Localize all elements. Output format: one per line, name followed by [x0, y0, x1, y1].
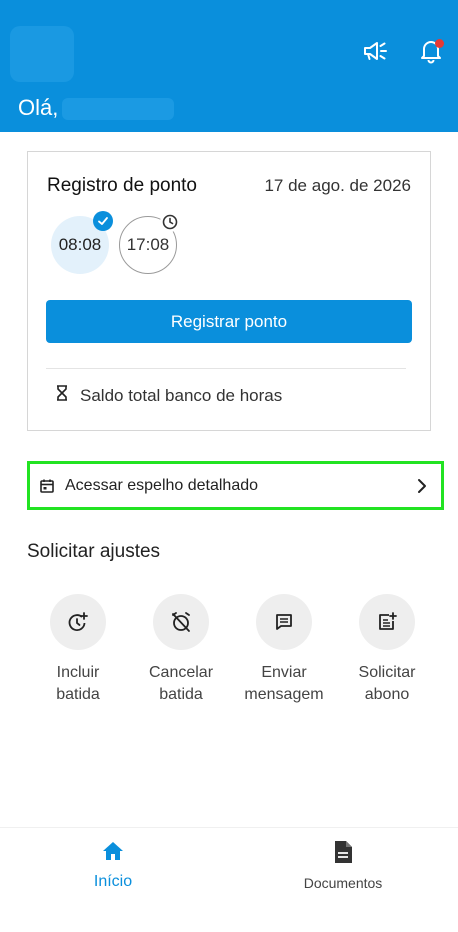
punch-exit[interactable]: 17:08 — [119, 212, 180, 274]
registrar-ponto-button[interactable]: Registrar ponto — [46, 300, 412, 343]
app-header: Olá, — [0, 0, 458, 132]
chevron-right-icon — [417, 478, 427, 499]
bell-icon[interactable] — [416, 36, 446, 66]
check-icon — [93, 211, 113, 231]
card-title: Registro de ponto — [47, 175, 197, 196]
greeting-text: Olá, — [18, 95, 59, 120]
action-label: Enviar mensagem — [244, 664, 324, 703]
espelho-label: Acessar espelho detalhado — [65, 476, 259, 494]
action-label: Incluir batida — [56, 664, 100, 703]
solicitar-abono-button[interactable]: Solicitar abono — [335, 594, 439, 706]
incluir-batida-button[interactable]: Incluir batida — [26, 594, 130, 706]
alarm-off-icon — [153, 594, 209, 650]
espelho-detalhado-link[interactable]: Acessar espelho detalhado — [27, 461, 444, 510]
post-add-icon — [359, 594, 415, 650]
punch-entry[interactable]: 08:08 — [51, 211, 113, 274]
calendar-icon — [39, 478, 55, 494]
punch-time: 08:08 — [58, 235, 102, 254]
enviar-mensagem-button[interactable]: Enviar mensagem — [232, 594, 336, 706]
bottom-nav: Início Documentos — [0, 827, 458, 932]
action-label: Solicitar abono — [358, 664, 416, 703]
home-icon — [101, 840, 125, 867]
action-label: Cancelar batida — [148, 664, 214, 703]
clock-icon — [160, 212, 180, 232]
nav-label: Início — [93, 873, 133, 890]
avatar[interactable] — [10, 26, 74, 82]
megaphone-icon[interactable] — [360, 36, 390, 66]
divider — [46, 368, 406, 369]
add-clock-icon — [50, 594, 106, 650]
nav-documentos[interactable]: Documentos — [273, 840, 413, 891]
user-name-redacted — [62, 98, 174, 120]
message-icon — [256, 594, 312, 650]
punch-time: 17:08 — [126, 235, 170, 254]
cancelar-batida-button[interactable]: Cancelar batida — [129, 594, 233, 706]
section-title: Solicitar ajustes — [27, 541, 161, 562]
document-icon — [333, 840, 353, 869]
hourglass-icon — [56, 385, 68, 406]
nav-label: Documentos — [303, 875, 383, 891]
nav-inicio[interactable]: Início — [43, 840, 183, 891]
registro-card: Registro de ponto 17 de ago. de 2026 08:… — [27, 151, 431, 431]
saldo-label: Saldo total banco de horas — [80, 385, 283, 405]
saldo-row[interactable]: Saldo total banco de horas — [56, 385, 282, 406]
notification-dot — [435, 39, 444, 48]
card-date: 17 de ago. de 2026 — [264, 176, 411, 195]
